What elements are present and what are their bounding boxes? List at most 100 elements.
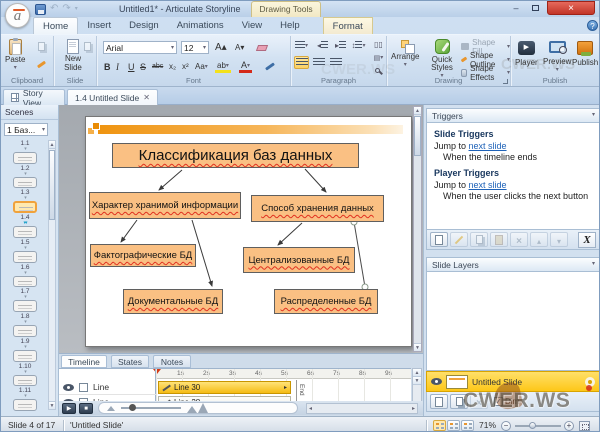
align-right-button[interactable] [328,56,343,69]
slide-thumbnail[interactable] [13,374,37,387]
ribbon-tab-design[interactable]: Design [120,17,168,34]
chevron-down-icon[interactable]: ▾ [24,270,26,276]
scene-select[interactable]: 1 Баз... ▾ [4,123,48,136]
scroll-down-icon[interactable]: ▼ [413,377,421,385]
next-slide-link[interactable]: next slide [469,141,507,151]
line-spacing-icon[interactable]: ↕ ▾ [351,39,366,52]
font-size-select[interactable]: 12 ▾ [181,41,209,54]
play-button[interactable]: ▶ [62,402,76,414]
slide-stage[interactable]: Классификация баз данных Характер храним… [85,116,412,347]
app-logo[interactable]: a [5,3,30,28]
qat-customize-icon[interactable]: ▾ [75,4,78,14]
clear-formatting-icon[interactable] [255,41,269,54]
grow-font-button[interactable]: A▴ [213,41,229,54]
shape-title[interactable]: Классификация баз данных [112,143,359,168]
connector-line[interactable] [158,169,183,191]
scenes-scrollbar[interactable]: ▲ ▼ [48,140,56,410]
chevron-down-icon[interactable]: ▾ [24,369,26,375]
underline-button[interactable]: U [126,60,137,73]
zoom-out-icon[interactable] [107,405,115,411]
add-trigger-button[interactable] [430,232,448,247]
slide-view-toggle[interactable] [447,420,460,431]
tab-current-slide[interactable]: 1.4 Untitled Slide ✕ [67,89,158,105]
ribbon-tab-format[interactable]: Format [322,17,373,34]
scrollbar-thumb[interactable] [414,116,421,156]
eye-icon[interactable] [63,383,74,391]
timeline-object-row[interactable]: Line [59,380,156,395]
zoom-slider-knob[interactable] [529,422,536,429]
variables-button[interactable]: X [578,231,596,248]
undo-icon[interactable]: ↶ [50,4,58,14]
zoom-in-icon[interactable] [187,403,208,413]
change-case-button[interactable]: Aa ▾ [193,60,210,73]
slide-thumbnail[interactable] [13,250,37,263]
preview-button[interactable]: Preview ▾ [543,41,571,73]
slide-thumbnail[interactable] [13,152,37,164]
timeline-horizontal-scrollbar[interactable]: ◂ ▸ [306,402,418,414]
chevron-down-icon[interactable]: ▾ [592,111,595,122]
slide-thumbnail[interactable] [13,300,37,313]
copy-icon[interactable] [34,40,49,53]
shape-box-central[interactable]: Централизованные БД [243,247,355,273]
ribbon-tab-animations[interactable]: Animations [168,17,233,34]
timeline-tab-timeline[interactable]: Timeline [61,355,107,368]
strike-abc-button[interactable]: abc [150,60,165,73]
highlight-color-button[interactable]: ab ▾ [215,60,231,73]
font-color-button[interactable]: A ▾ [239,60,253,73]
duplicate-slide-icon[interactable] [80,40,95,53]
duplicate-layer-button[interactable] [450,394,468,409]
bar-handle-icon[interactable]: ▸ [284,384,287,391]
scroll-down-icon[interactable]: ▼ [414,343,421,351]
tab-story-view[interactable]: Story View [3,88,65,108]
slide-thumbnail[interactable] [13,226,37,238]
redo-icon[interactable]: ↷ [62,4,70,14]
timeline-vertical-scrollbar[interactable]: ▲ ▼ [412,368,422,402]
zoom-slider[interactable] [121,404,181,411]
zoom-slider-knob[interactable] [129,404,136,411]
text-pen-icon[interactable] [263,60,277,73]
scroll-left-icon[interactable]: ◂ [309,405,312,412]
shape-box-facto[interactable]: Фактографические БД [90,244,196,267]
timeline-tab-notes[interactable]: Notes [153,355,191,368]
save-icon[interactable] [35,3,46,15]
slide-layers-panel-header[interactable]: Slide Layers ▾ [426,257,599,272]
selected-connector-line[interactable] [353,221,366,288]
ribbon-tab-insert[interactable]: Insert [78,17,120,34]
scroll-up-icon[interactable]: ▲ [413,369,421,377]
decrease-indent-icon[interactable]: ◂ [315,39,330,52]
chevron-down-icon[interactable]: ▾ [592,260,595,271]
scroll-up-icon[interactable]: ▲ [49,141,55,149]
preview-toggle[interactable] [461,420,474,431]
eye-icon[interactable] [431,378,442,385]
publish-button[interactable]: Publish [572,41,598,67]
bold-button[interactable]: B [102,60,113,73]
zoom-out-button[interactable]: − [501,421,511,431]
fit-to-window-button[interactable] [579,421,590,431]
bullets-icon[interactable]: ▾ [294,39,309,52]
superscript-button[interactable]: x² [180,60,191,73]
dialog-launcher-icon[interactable] [503,79,508,84]
minimize-button[interactable]: – [507,1,525,15]
strikethrough-button[interactable]: S [138,60,148,73]
scroll-right-icon[interactable]: ▸ [412,405,415,412]
columns-icon[interactable]: ▤ ▾ [371,51,386,64]
shape-box-right[interactable]: Способ хранения данных [251,195,384,222]
delete-layer-button[interactable] [470,394,488,409]
arrange-button[interactable]: Arrange ▾ [391,40,419,68]
ribbon-tab-help[interactable]: Help [271,17,309,34]
close-tab-icon[interactable]: ✕ [143,93,150,102]
stop-button[interactable]: ■ [79,402,93,414]
delete-trigger-button[interactable] [510,232,528,247]
chevron-down-icon[interactable]: ▾ [24,171,26,177]
paste-button[interactable]: Paste ▾ [5,38,25,71]
connector-line[interactable] [277,222,303,246]
connector-line[interactable] [120,219,138,243]
copy-trigger-button[interactable] [470,232,488,247]
italic-button[interactable]: I [114,60,121,73]
zoom-slider[interactable] [515,425,561,427]
slide-thumbnail[interactable] [13,349,37,362]
slide-thumbnail[interactable] [13,201,37,214]
quick-styles-button[interactable]: Quick Styles ▾ [427,39,457,79]
player-button[interactable]: ▶ Player [515,41,538,67]
move-up-button[interactable] [530,232,548,247]
